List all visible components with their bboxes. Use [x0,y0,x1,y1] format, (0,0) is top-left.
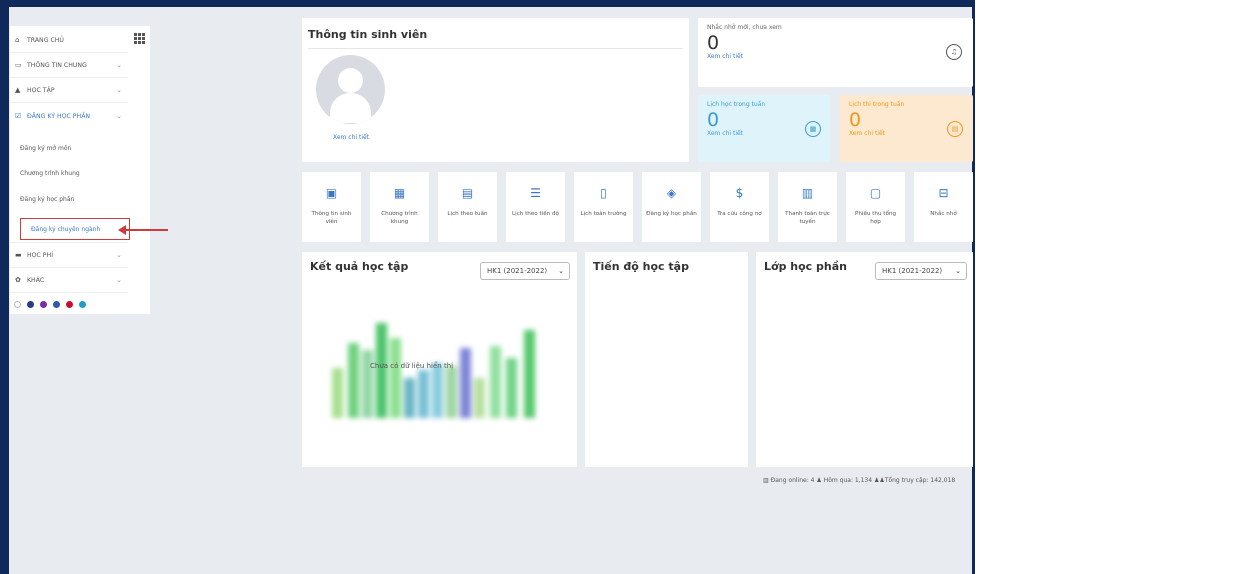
tile-online-payment[interactable]: ▥ Thanh toán trực tuyến [778,172,837,242]
progress-title: Tiến độ học tập [593,260,689,273]
submenu-item-register-course[interactable]: Đăng ký học phần [10,188,128,210]
chevron-down-icon: ⌄ [116,86,122,94]
submenu-item-curriculum[interactable]: Chương trình khung [10,162,128,184]
sidebar-item-general-info[interactable]: ▭ THÔNG TIN CHUNG ⌄ [10,53,128,77]
annotation-arrow-head [118,225,126,235]
chevron-down-icon: ⌄ [116,61,122,69]
notice-count: 0 [707,32,720,54]
card-icon: ▬ [15,251,22,259]
user-icon: ♟ [816,477,822,484]
divider [10,292,128,293]
notice-detail-link[interactable]: Xem chi tiết [707,53,964,60]
sidebar-item-home[interactable]: ⌂ TRANG CHỦ [10,28,128,52]
week-exam-card: Lịch thi trong tuần 0 Xem chi tiết ▤ [840,95,973,162]
submenu-item-open-course[interactable]: Đăng ký mở môn [10,137,128,159]
student-detail-link[interactable]: Xem chi tiết [333,134,369,141]
chevron-down-icon: ⌄ [558,267,564,275]
sidebar-item-study[interactable]: ▲ HỌC TẬP ⌄ [10,78,128,102]
progress-panel: Tiến độ học tập [585,252,748,467]
week-study-count: 0 [707,109,720,131]
theme-color-navy[interactable] [27,301,34,308]
frame-top-border [0,0,975,7]
divider [308,48,683,49]
theme-color-picker [14,301,86,308]
notice-card: Nhắc nhở mới, chưa xem 0 Xem chi tiết ♫ [698,18,973,87]
week-exam-label: Lịch thi trong tuần [849,101,905,108]
calendar-icon: ▤ [461,186,474,200]
tile-progress-schedule[interactable]: ☰ Lịch theo tiến độ [506,172,565,242]
divider [10,102,128,103]
cog-icon: ✿ [15,276,21,284]
book-open-icon: ▯ [600,186,607,200]
check-square-icon: ☑ [15,112,22,120]
tile-school-schedule[interactable]: ▯ Lịch toàn trường [574,172,633,242]
online-count: Đang online: 4 [770,477,815,484]
results-semester-select[interactable]: HK1 (2021-2022) ⌄ [480,262,570,280]
sidebar-item-other[interactable]: ✿ KHÁC ⌄ [10,268,128,292]
submenu-item-register-major[interactable]: Đăng ký chuyên ngành [20,218,130,240]
list-grid-icon: ▦ [393,186,406,200]
tile-curriculum[interactable]: ▦ Chương trình khung [370,172,429,242]
chevron-down-icon: ⌄ [955,267,961,275]
classes-panel: Lớp học phần [756,252,973,467]
monitor-icon: ▭ [15,61,22,69]
tile-receipts[interactable]: ▢ Phiếu thu tổng hợp [846,172,905,242]
chevron-down-icon: ⌄ [116,112,122,120]
annotation-arrow-line [122,229,168,231]
tile-course-registration[interactable]: ◈ Đăng ký học phần [642,172,701,242]
sidebar: ⌂ TRANG CHỦ ▭ THÔNG TIN CHUNG ⌄ ▲ HỌC TẬ… [10,26,150,314]
theme-color-red[interactable] [66,301,73,308]
tile-student-info[interactable]: ▣ Thông tin sinh viên [302,172,361,242]
avatar [316,55,385,124]
chevron-down-icon: ⌄ [116,251,122,259]
theme-color-teal[interactable] [79,301,86,308]
frame-left-border [0,0,9,574]
visitor-stats: ▥ Đang online: 4 ♟ Hôm qua: 1,134 ♟♟Tổng… [763,477,955,484]
chevron-down-icon: ⌄ [116,276,122,284]
graduation-cap-icon: ▲ [15,86,21,94]
bill-icon: ▥ [801,186,814,200]
theme-color-white[interactable] [14,301,21,308]
yesterday-count: Hôm qua: 1,134 [823,477,873,484]
id-card-icon: ▣ [325,186,338,200]
tile-reminders[interactable]: ⊟ Nhắc nhở [914,172,973,242]
calendar-exam-icon: ▤ [947,121,963,137]
calendar-list-icon: ☰ [530,186,541,200]
theme-color-purple[interactable] [40,301,47,308]
tile-debt-lookup[interactable]: $ Tra cứu công nợ [710,172,769,242]
document-icon: ▢ [869,186,882,200]
briefcase-icon: ⊟ [938,186,949,200]
tile-weekly-schedule[interactable]: ▤ Lịch theo tuần [438,172,497,242]
sidebar-item-course-registration[interactable]: ☑ ĐĂNG KÝ HỌC PHẦN ⌄ [10,104,128,128]
theme-color-blue[interactable] [53,301,60,308]
grid-icon [133,32,145,44]
week-study-label: Lịch học trong tuần [707,101,766,108]
users-icon: ♟♟ [873,477,885,484]
classes-semester-select[interactable]: HK1 (2021-2022) ⌄ [875,262,967,280]
chart-icon: ▥ [763,477,769,484]
dollar-icon: $ [735,186,744,200]
results-empty-text: Chưa có dữ liệu hiển thị [370,362,454,370]
week-study-detail-link[interactable]: Xem chi tiết [707,130,821,137]
notice-label: Nhắc nhở mới, chưa xem [707,24,782,31]
calendar-icon: ▦ [805,121,821,137]
total-count: Tổng truy cập: 142,018 [884,477,956,484]
student-info-title: Thông tin sinh viên [308,28,428,41]
bell-icon: ♫ [946,44,962,60]
week-study-card: Lịch học trong tuần 0 Xem chi tiết ▦ [698,95,830,162]
layers-icon: ◈ [666,186,677,200]
apps-grid-button[interactable] [128,26,150,50]
sidebar-item-tuition[interactable]: ▬ HỌC PHÍ ⌄ [10,243,128,267]
home-icon: ⌂ [15,36,20,44]
